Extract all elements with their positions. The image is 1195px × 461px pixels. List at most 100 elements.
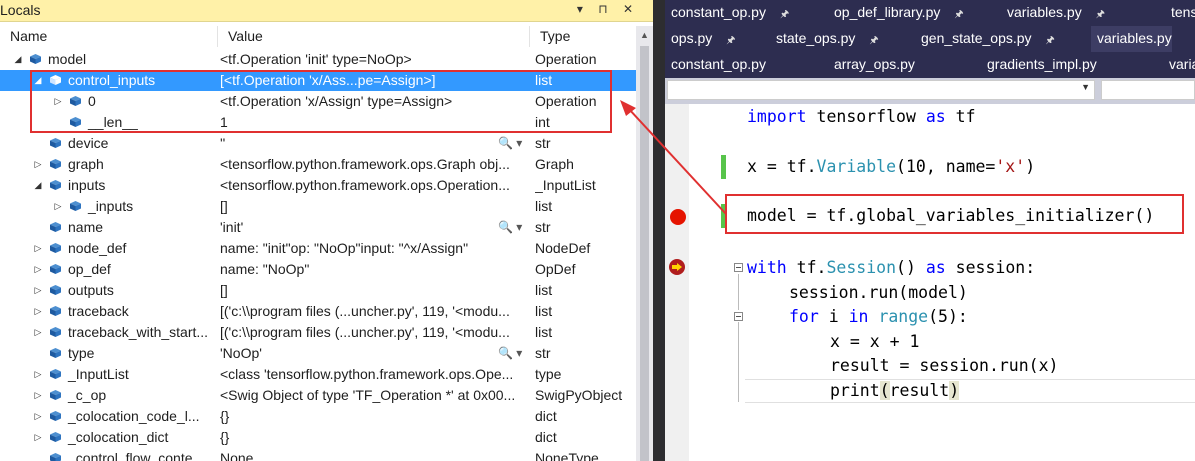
tree-row[interactable]: ▷ _colocation_code_l... {} dict <box>0 406 636 427</box>
code-line-4[interactable]: with tf.Session() as session: <box>747 256 1035 280</box>
expand-arrow-icon[interactable]: ▷ <box>33 427 43 448</box>
code-line-6[interactable]: for i in range(5): <box>789 305 968 329</box>
code-line-7[interactable]: x = x + 1 <box>830 330 919 354</box>
tab-file[interactable]: variables.py 🖈 <box>1001 0 1105 26</box>
tree-row-name: device <box>68 135 109 151</box>
tree-row[interactable]: ▷ outputs [] list <box>0 280 636 301</box>
expand-arrow-icon[interactable]: ▷ <box>33 259 43 280</box>
tab-file[interactable]: ops.py 🖈 <box>665 26 736 52</box>
object-icon <box>70 201 81 211</box>
tree-row[interactable]: type 'NoOp' 🔍 ▾ str <box>0 343 636 364</box>
code-line-9[interactable]: print(result) <box>830 379 960 403</box>
tab-file[interactable]: variab... <box>1163 52 1195 78</box>
tree-row-name: op_def <box>68 261 111 277</box>
scroll-up-icon[interactable]: ▲ <box>640 30 649 40</box>
visualizer-icon[interactable]: 🔍 ▾ <box>498 217 522 238</box>
expand-arrow-icon[interactable]: ▷ <box>33 280 43 301</box>
tab-label: variab... <box>1169 56 1195 72</box>
editor-gutter[interactable] <box>665 104 689 461</box>
tree-row[interactable]: ▷ _InputList <class 'tensorflow.python.fra… <box>0 364 636 385</box>
object-icon <box>50 411 61 421</box>
pin-icon[interactable]: 🖈 <box>954 9 963 20</box>
pin-icon[interactable]: 🖈 <box>869 35 878 46</box>
tree-row-value: 'NoOp' <box>220 345 262 361</box>
tree-row-name: _colocation_dict <box>68 429 169 445</box>
tree-row[interactable]: ◢ inputs <tensorflow.python.framework.ops.… <box>0 175 636 196</box>
window-controls[interactable]: ▾ ⊓ ✕ <box>577 2 639 16</box>
tree-row[interactable]: ▷ graph <tensorflow.python.framework.ops.G… <box>0 154 636 175</box>
fold-guide <box>738 274 739 310</box>
tab-label: op_def_library.py <box>834 4 941 20</box>
expand-arrow-icon[interactable]: ▷ <box>33 385 43 406</box>
tab-file[interactable]: constant_op.py 🖈 <box>665 0 789 26</box>
tab-file[interactable]: tensor... <box>1165 0 1195 26</box>
tree-row[interactable]: ◢ model <tf.Operation 'init' type=NoOp> Ope… <box>0 49 636 70</box>
tree-row[interactable]: name 'init' 🔍 ▾ str <box>0 217 636 238</box>
fold-toggle-icon[interactable] <box>734 312 743 321</box>
expand-arrow-icon[interactable]: ▷ <box>33 406 43 427</box>
tree-row-type: str <box>535 345 551 361</box>
object-icon <box>50 222 61 232</box>
scroll-thumb[interactable] <box>640 46 649 461</box>
column-name[interactable]: Name <box>0 26 218 47</box>
tree-row[interactable]: ▷ traceback_with_start... [('c:\\program f… <box>0 322 636 343</box>
code-line-1[interactable]: import tensorflow as tf <box>747 105 976 129</box>
tree-row[interactable]: ▷ node_def name: "init"op: "NoOp"input: "^… <box>0 238 636 259</box>
object-icon <box>50 159 61 169</box>
pin-icon[interactable]: 🖈 <box>1096 9 1105 20</box>
code-line-2[interactable]: x = tf.Variable(10, name='x') <box>747 155 1035 179</box>
pin-icon[interactable]: 🖈 <box>780 9 789 20</box>
expand-arrow-icon[interactable]: ▷ <box>33 301 43 322</box>
tab-file[interactable]: constant_op.py <box>665 52 766 78</box>
tree-row[interactable]: device '' 🔍 ▾ str <box>0 133 636 154</box>
breakpoint-icon[interactable] <box>670 209 686 225</box>
object-icon <box>50 453 61 461</box>
tab-file[interactable]: gen_state_ops.py 🖈 <box>915 26 1055 52</box>
tab-file[interactable]: array_ops.py <box>828 52 915 78</box>
collapse-arrow-icon[interactable]: ◢ <box>33 175 43 196</box>
column-value[interactable]: Value <box>218 26 530 47</box>
fold-toggle-icon[interactable] <box>734 263 743 272</box>
member-dropdown[interactable] <box>1101 80 1195 100</box>
tree-row-value: <Swig Object of type 'TF_Operation *' at… <box>220 387 516 403</box>
tree-row[interactable]: ▷ _c_op <Swig Object of type 'TF_Operation… <box>0 385 636 406</box>
tree-row[interactable]: _control_flow_conte... None NoneType <box>0 448 636 461</box>
tab-label: array_ops.py <box>834 56 915 72</box>
expand-arrow-icon[interactable]: ▷ <box>33 238 43 259</box>
code-line-5[interactable]: session.run(model) <box>789 281 968 305</box>
tab-file[interactable]: variables.py <box>1091 26 1172 52</box>
locals-scrollbar[interactable]: ▲ <box>636 26 653 461</box>
pin-icon[interactable]: 🖈 <box>726 35 735 46</box>
pin-icon[interactable]: 🖈 <box>1046 35 1055 46</box>
tree-row[interactable]: ▷ _inputs [] list <box>0 196 636 217</box>
tab-row-1: constant_op.py 🖈 op_def_library.py 🖈 variabl… <box>665 0 1195 26</box>
tab-label: gen_state_ops.py <box>921 30 1032 46</box>
tree-row-name: _inputs <box>88 198 134 214</box>
scope-dropdown[interactable]: ▼ <box>667 80 1095 100</box>
tree-row[interactable]: ▷ op_def name: "NoOp" OpDef <box>0 259 636 280</box>
panel-splitter[interactable] <box>653 0 665 461</box>
expand-arrow-icon[interactable]: ▷ <box>33 154 43 175</box>
tree-row-name: type <box>68 345 95 361</box>
visualizer-icon[interactable]: 🔍 ▾ <box>498 343 522 364</box>
expand-arrow-icon[interactable]: ▷ <box>33 322 43 343</box>
tree-row-value: name: "NoOp" <box>220 261 310 277</box>
tree-row[interactable]: ▷ _colocation_dict {} dict <box>0 427 636 448</box>
fold-guide <box>738 322 739 402</box>
visualizer-icon[interactable]: 🔍 ▾ <box>498 133 522 154</box>
tab-file[interactable]: op_def_library.py 🖈 <box>828 0 964 26</box>
column-type[interactable]: Type <box>530 26 636 47</box>
tree-row-type: _InputList <box>535 177 596 193</box>
tab-file[interactable]: state_ops.py 🖈 <box>770 26 879 52</box>
tab-file[interactable]: gradients_impl.py <box>981 52 1097 78</box>
object-icon <box>50 180 61 190</box>
expand-arrow-icon[interactable]: ▷ <box>53 196 63 217</box>
chevron-down-icon: ▼ <box>1081 82 1090 92</box>
collapse-arrow-icon[interactable]: ◢ <box>13 49 23 70</box>
tree-row-value: <class 'tensorflow.python.framework.ops.… <box>220 366 514 382</box>
tab-label: variables.py <box>1007 4 1082 20</box>
tree-row[interactable]: ▷ traceback [('c:\\program files (...unche… <box>0 301 636 322</box>
tree-row-type: type <box>535 366 562 382</box>
expand-arrow-icon[interactable]: ▷ <box>33 364 43 385</box>
code-line-8[interactable]: result = session.run(x) <box>830 354 1058 378</box>
